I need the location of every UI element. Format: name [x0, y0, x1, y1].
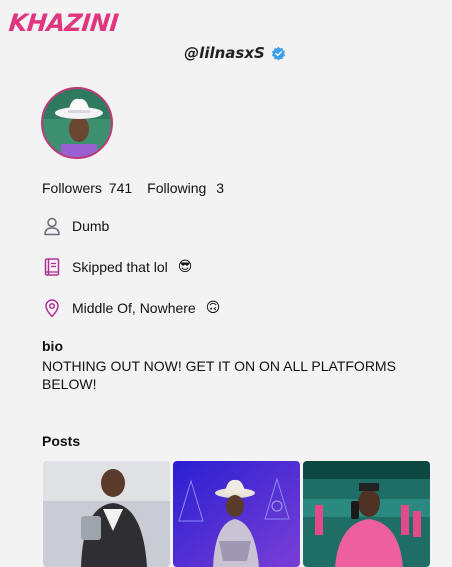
post-thumbnail-3[interactable]: [303, 461, 430, 567]
followers-label: Followers: [42, 180, 102, 196]
profile-handle: @lilnasxS: [184, 44, 265, 62]
following-stat[interactable]: Following 3: [147, 180, 224, 196]
profile-stats: Followers 741 Following 3: [42, 180, 224, 196]
detail-workplace-row: Skipped that lol 😎: [42, 257, 192, 277]
posts-grid: [43, 461, 430, 567]
detail-workplace-text: Skipped that lol: [72, 259, 168, 275]
upside-down-face-emoji-icon: 🙃: [205, 300, 221, 316]
post-thumbnail-1[interactable]: [43, 461, 170, 567]
avatar-photo: [43, 89, 111, 157]
verified-badge-icon: [271, 46, 286, 61]
bio-text: NOTHING OUT NOW! GET IT ON ON ALL PLATFO…: [42, 358, 396, 392]
following-count: 3: [216, 180, 224, 196]
followers-count: 741: [108, 180, 133, 196]
app-logo[interactable]: KHAZINI: [8, 9, 120, 37]
sunglasses-emoji-icon: 😎: [177, 259, 193, 275]
detail-name-row: Dumb: [42, 216, 109, 236]
avatar[interactable]: [41, 87, 113, 159]
post-thumbnail-2[interactable]: [173, 461, 300, 567]
detail-location-text: Middle Of, Nowhere: [72, 300, 196, 316]
followers-stat[interactable]: Followers 741: [42, 180, 132, 196]
detail-name-text: Dumb: [72, 218, 110, 234]
bio-heading: bio: [42, 338, 63, 354]
book-icon: [44, 258, 60, 276]
profile-header: @lilnasxS: [0, 44, 452, 62]
location-pin-icon: [45, 299, 59, 318]
following-label: Following: [147, 180, 207, 196]
detail-location-row: Middle Of, Nowhere 🙃: [42, 298, 220, 318]
user-icon: [44, 217, 60, 236]
posts-heading: Posts: [42, 433, 81, 449]
